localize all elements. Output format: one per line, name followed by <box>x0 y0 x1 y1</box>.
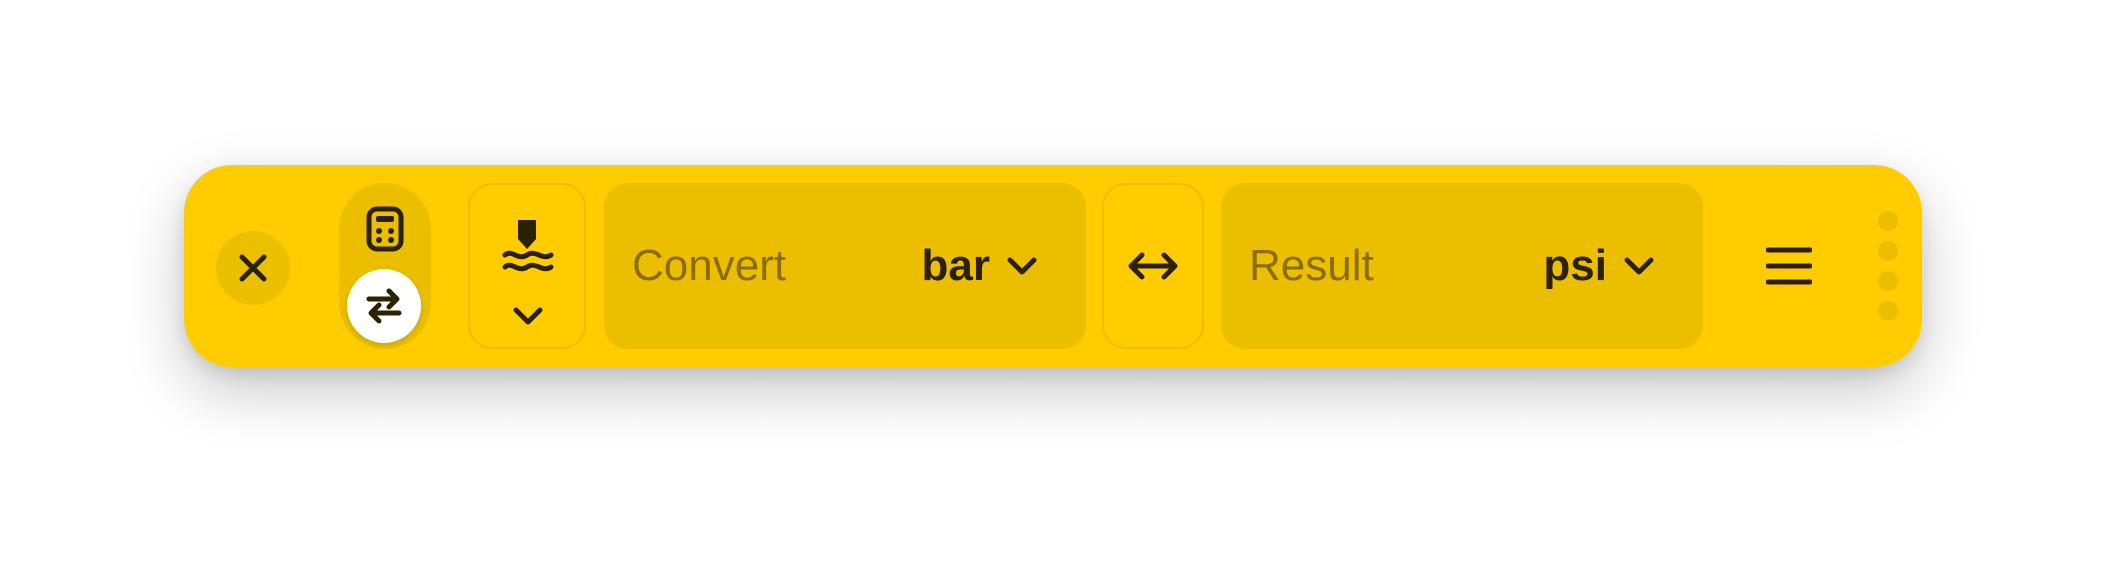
close-icon <box>239 254 267 282</box>
mode-calculator-button[interactable] <box>355 199 415 259</box>
from-unit-label: bar <box>921 241 990 290</box>
drag-handle-dot <box>1878 211 1898 231</box>
drag-handle-dot <box>1878 271 1898 291</box>
mode-convert-button[interactable] <box>347 269 421 343</box>
category-selector[interactable] <box>468 183 586 349</box>
menu-button[interactable] <box>1754 231 1824 301</box>
drag-handle-dot <box>1878 241 1898 261</box>
close-button[interactable] <box>216 231 290 305</box>
result-output[interactable]: Result psi <box>1221 183 1703 349</box>
chevron-down-icon <box>513 307 543 325</box>
chevron-down-icon <box>1007 257 1037 275</box>
converter-toolbar: Convert bar Result psi <box>184 165 1922 367</box>
swap-horizontal-icon <box>1128 252 1178 280</box>
from-unit-dropdown[interactable]: bar <box>922 183 1038 349</box>
drag-handle-icon[interactable] <box>1876 211 1900 323</box>
convert-placeholder: Convert <box>632 241 787 290</box>
mode-toggle <box>339 183 431 349</box>
stage: Convert bar Result psi <box>0 0 2106 570</box>
swap-units-button[interactable] <box>1102 183 1204 349</box>
result-placeholder: Result <box>1249 241 1374 290</box>
calculator-icon <box>366 206 404 252</box>
pressure-icon <box>502 220 554 272</box>
to-unit-dropdown[interactable]: psi <box>1543 183 1655 349</box>
hamburger-menu-icon <box>1766 247 1812 285</box>
drag-handle-dot <box>1878 301 1898 321</box>
chevron-down-icon <box>1624 257 1654 275</box>
to-unit-label: psi <box>1543 241 1607 290</box>
swap-arrows-icon <box>366 288 402 324</box>
convert-input[interactable]: Convert bar <box>604 183 1086 349</box>
